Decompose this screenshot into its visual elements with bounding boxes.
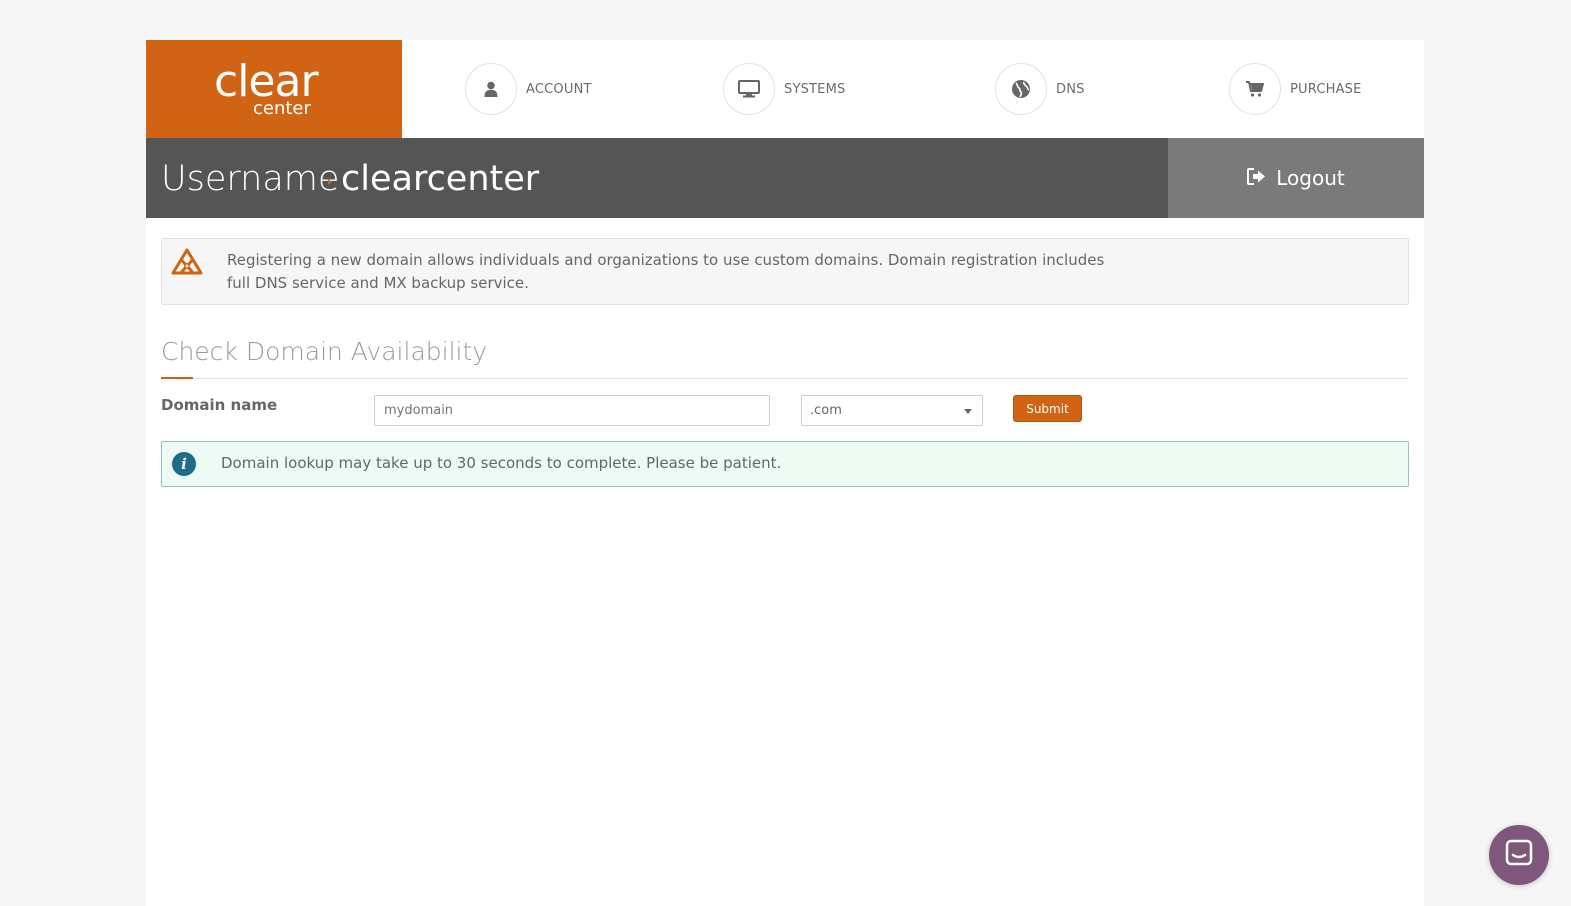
page-title-label: Username	[161, 159, 340, 199]
nav-item-systems[interactable]: SYSTEMS	[723, 63, 845, 115]
chat-icon	[1504, 838, 1534, 872]
section-title: Check Domain Availability	[161, 337, 488, 366]
section-divider-accent	[161, 377, 193, 379]
breadcrumb-separator-icon	[328, 179, 332, 185]
monitor-icon	[723, 63, 775, 115]
nav-item-account[interactable]: ACCOUNT	[465, 63, 592, 115]
nav-label-dns: DNS	[1056, 81, 1085, 97]
tld-select[interactable]: .com	[801, 395, 983, 426]
section-divider	[161, 378, 1409, 379]
domain-name-input[interactable]	[374, 395, 770, 426]
domain-lookup-info: i Domain lookup may take up to 30 second…	[161, 441, 1409, 487]
info-text: Domain lookup may take up to 30 seconds …	[221, 454, 782, 472]
nav-item-dns[interactable]: DNS	[995, 63, 1085, 115]
header: clear center ACCOUNT SYSTEMS DNS PURCHAS…	[146, 40, 1424, 138]
page-title-username: clearcenter	[341, 159, 540, 199]
domain-name-label: Domain name	[161, 396, 278, 414]
clearcenter-logo[interactable]: clear center	[146, 40, 402, 138]
submit-button[interactable]: Submit	[1013, 395, 1082, 422]
logout-icon	[1247, 167, 1266, 189]
logout-label: Logout	[1276, 166, 1345, 190]
page-title-bar: Username clearcenter	[146, 138, 1168, 218]
globe-icon	[995, 63, 1047, 115]
clearos-warning-icon	[171, 248, 203, 280]
nav-item-purchase[interactable]: PURCHASE	[1229, 63, 1362, 115]
caret-down-icon	[964, 409, 972, 414]
logout-button[interactable]: Logout	[1168, 138, 1424, 218]
notice-text: Registering a new domain allows individu…	[227, 251, 1105, 292]
nav-label-systems: SYSTEMS	[784, 81, 846, 97]
nav-label-account: ACCOUNT	[526, 81, 592, 97]
cart-icon	[1229, 63, 1281, 115]
domain-registration-notice: Registering a new domain allows individu…	[161, 238, 1409, 305]
tld-select-value: .com	[810, 403, 842, 418]
logo-sub-text: center	[253, 98, 311, 119]
nav-label-purchase: PURCHASE	[1290, 81, 1362, 97]
chat-launcher-button[interactable]	[1489, 825, 1549, 885]
info-icon: i	[172, 452, 196, 476]
page-container: clear center ACCOUNT SYSTEMS DNS PURCHAS…	[146, 40, 1424, 906]
user-icon	[465, 63, 517, 115]
